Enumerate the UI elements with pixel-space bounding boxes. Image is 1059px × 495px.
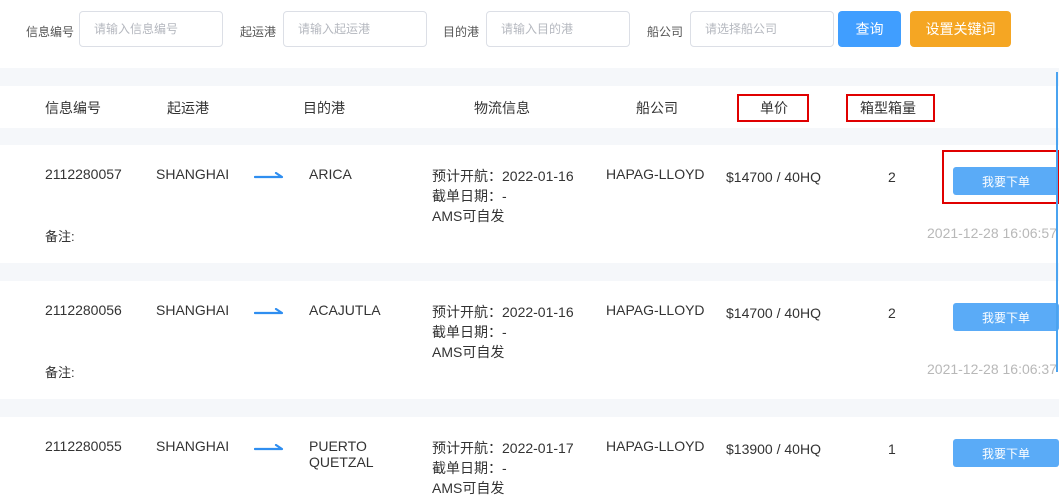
row-logistics: 预计开航：2022-01-16 截单日期：- AMS可自发 [432,166,574,226]
query-button[interactable]: 查询 [838,11,901,47]
route-arrow-icon [254,308,284,315]
row-logistics: 预计开航：2022-01-16 截单日期：- AMS可自发 [432,302,574,362]
row-price: $14700 / 40HQ [726,305,821,321]
table-row: 2112280056 SHANGHAI ACAJUTLA 预计开航：2022-0… [0,281,1059,399]
header-id: 信息编号 [45,100,101,116]
row-origin: SHANGHAI [156,438,230,454]
route-arrow-icon [254,172,284,179]
row-carrier: HAPAG-LLOYD [606,302,705,318]
search-bar: 信息编号 起运港 目的港 船公司 查询 设置关键词 [0,0,1059,68]
destination-filter-label: 目的港 [443,25,480,39]
id-filter-input[interactable] [79,11,223,47]
table-header: 信息编号 起运港 目的港 物流信息 船公司 单价 箱型箱量 [0,86,1059,128]
place-order-button[interactable]: 我要下单 [953,303,1059,331]
row-ams: AMS可自发 [432,480,505,495]
row-origin: SHANGHAI [156,166,230,182]
row-remark-label: 备注: [45,365,75,380]
row-qty: 2 [888,169,896,185]
row-price: $14700 / 40HQ [726,169,821,185]
origin-filter-input[interactable] [283,11,427,47]
destination-filter-input[interactable] [486,11,630,47]
row-logistics: 预计开航：2022-01-17 截单日期：- AMS可自发 [432,438,574,495]
order-highlight-box [942,150,1059,204]
row-cutoff-date: 截单日期：- [432,324,507,340]
route-arrow-icon [254,444,284,451]
row-id: 2112280056 [45,302,122,318]
price-highlight-box [737,94,809,122]
row-sailing-date: 预计开航：2022-01-16 [432,304,574,320]
row-qty: 1 [888,441,896,457]
row-sailing-date: 预计开航：2022-01-17 [432,440,574,456]
row-carrier: HAPAG-LLOYD [606,166,705,182]
row-id: 2112280057 [45,166,122,182]
row-carrier: HAPAG-LLOYD [606,438,705,454]
header-logistics: 物流信息 [474,100,530,116]
row-ams: AMS可自发 [432,208,505,224]
header-origin: 起运港 [167,100,209,116]
table-row: 2112280057 SHANGHAI ARICA 预计开航：2022-01-1… [0,145,1059,263]
place-order-button[interactable]: 我要下单 [953,439,1059,467]
header-carrier: 船公司 [636,100,678,116]
header-destination: 目的港 [303,100,345,116]
carrier-filter-select[interactable] [690,11,834,47]
row-price: $13900 / 40HQ [726,441,821,457]
row-id: 2112280055 [45,438,122,454]
row-sailing-date: 预计开航：2022-01-16 [432,168,574,184]
row-origin: SHANGHAI [156,302,230,318]
table-row: 2112280055 SHANGHAI PUERTO QUETZAL 预计开航：… [0,417,1059,495]
origin-filter-label: 起运港 [240,25,277,39]
row-qty: 2 [888,305,896,321]
row-cutoff-date: 截单日期：- [432,188,507,204]
row-destination: ACAJUTLA [309,302,381,318]
set-keywords-button[interactable]: 设置关键词 [910,11,1011,47]
carrier-filter-label: 船公司 [647,25,684,39]
row-ams: AMS可自发 [432,344,505,360]
row-cutoff-date: 截单日期：- [432,460,507,476]
row-timestamp: 2021-12-28 16:06:37 [927,361,1057,377]
row-timestamp: 2021-12-28 16:06:57 [927,225,1057,241]
row-destination: PUERTO QUETZAL [309,438,374,470]
row-destination: ARICA [309,166,352,182]
id-filter-label: 信息编号 [26,25,75,39]
scrollbar[interactable] [1056,72,1058,372]
qty-highlight-box [846,94,935,122]
row-remark-label: 备注: [45,229,75,244]
